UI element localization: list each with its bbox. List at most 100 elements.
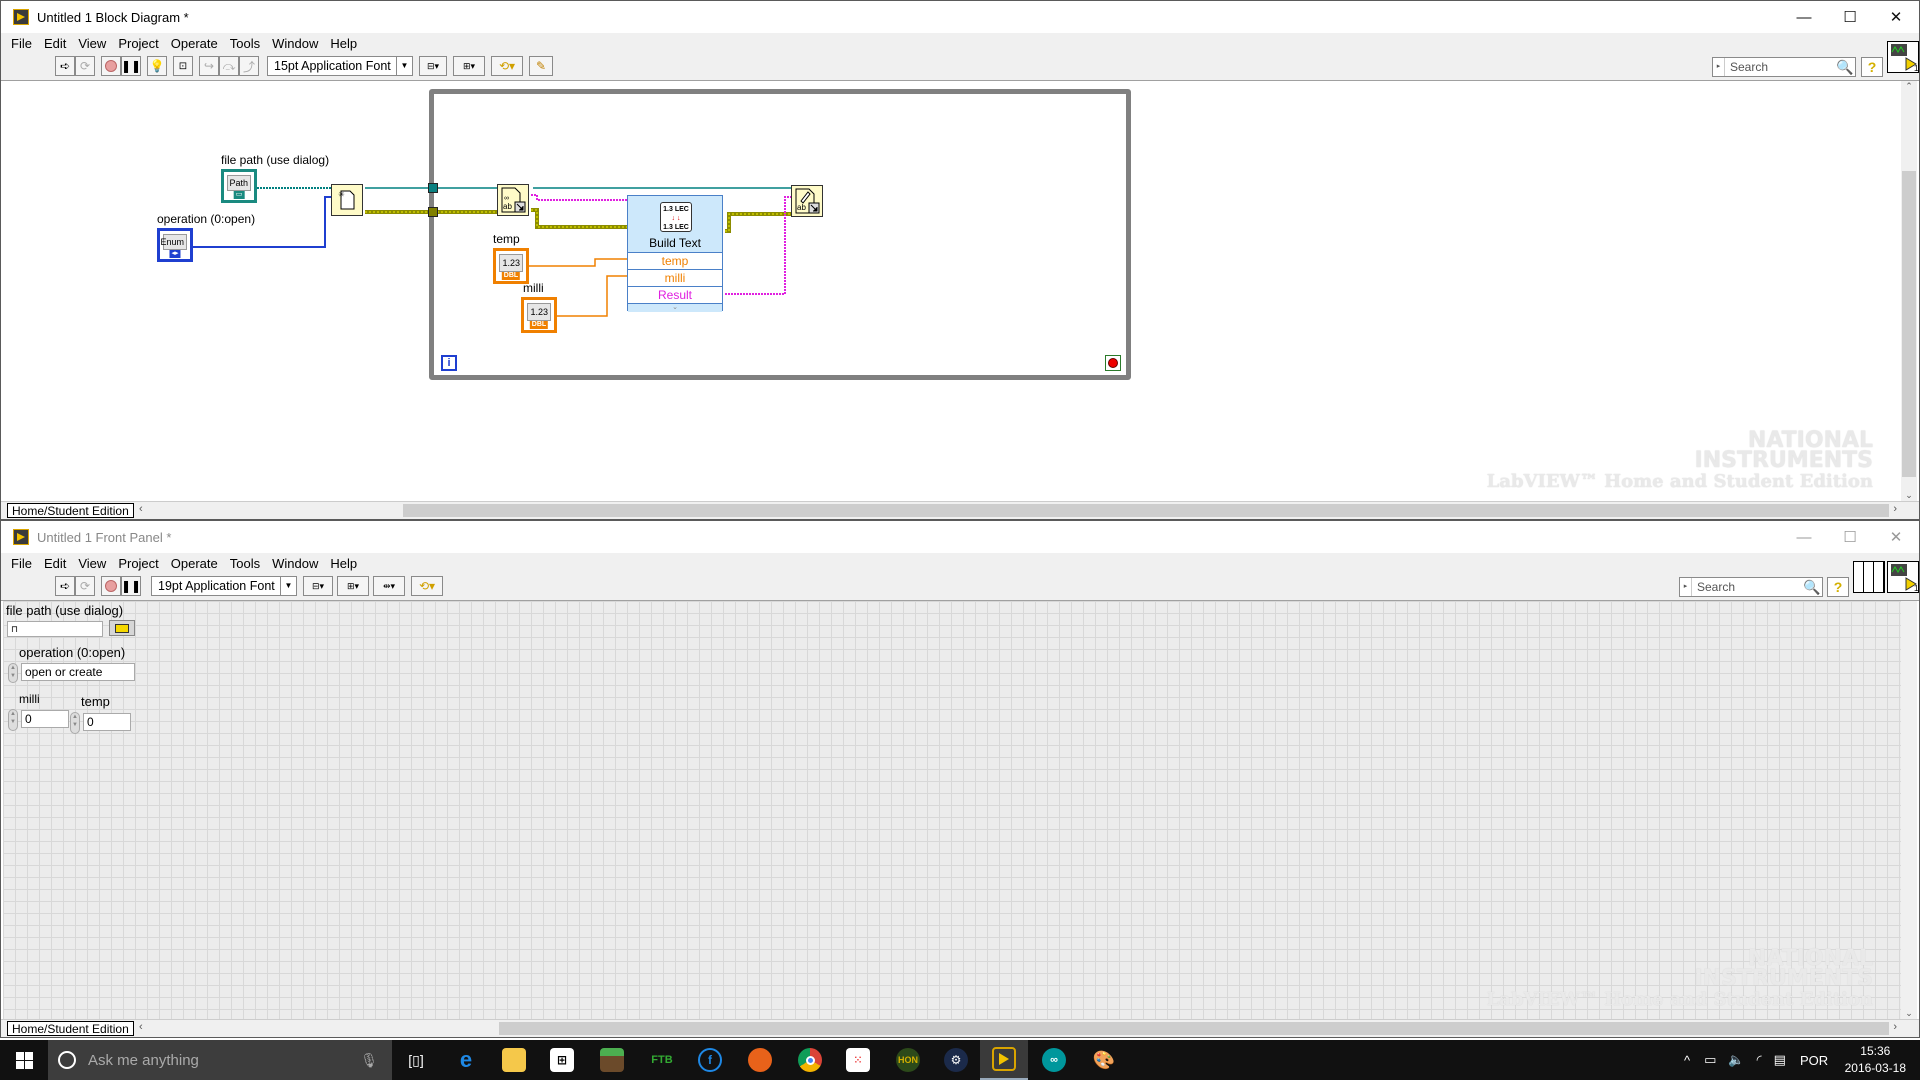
search-input[interactable]: ▸ Search 🔍 <box>1679 577 1823 597</box>
resize-objects-icon[interactable]: ⇹▾ <box>373 576 405 596</box>
close-button[interactable]: ✕ <box>1873 521 1919 553</box>
abort-icon[interactable] <box>101 56 121 76</box>
browse-folder-button[interactable] <box>109 620 135 636</box>
write-text-file-node[interactable]: ab <box>791 185 823 217</box>
pause-icon[interactable]: ❚❚ <box>121 56 141 76</box>
battery-icon[interactable]: ▭ <box>1704 1052 1716 1068</box>
scroll-left-icon[interactable]: ‹ <box>139 503 143 515</box>
scroll-up-icon[interactable]: ⌃ <box>1901 81 1917 92</box>
taskbar-edge[interactable]: e <box>442 1040 490 1080</box>
menu-operate[interactable]: Operate <box>171 36 218 51</box>
scroll-down-icon[interactable]: ⌄ <box>1901 1008 1917 1019</box>
step-out-icon[interactable]: ⤴ <box>239 56 259 76</box>
language-indicator[interactable]: POR <box>1800 1053 1828 1068</box>
microphone-icon[interactable]: 🎙 <box>360 1052 378 1069</box>
loop-condition-stop-icon[interactable] <box>1105 355 1121 371</box>
file-path-terminal[interactable]: Path ▭ <box>221 169 257 203</box>
highlight-execution-icon[interactable]: 💡 <box>147 56 167 76</box>
build-text-express-vi[interactable]: 1.3 LEC ↓ ↓ 1.3 LEC Build Text temp mill… <box>627 195 723 312</box>
taskbar-app-f[interactable]: f <box>686 1040 734 1080</box>
close-button[interactable]: ✕ <box>1873 1 1919 33</box>
taskbar-labview[interactable] <box>980 1040 1028 1080</box>
scroll-right-icon[interactable]: › <box>1893 503 1897 515</box>
horizontal-scrollbar[interactable]: Home/Student Edition ‹ › <box>1 501 1919 519</box>
front-panel-canvas[interactable]: file path (use dialog) ⊓ operation (0:op… <box>3 601 1901 1019</box>
run-arrow-icon[interactable]: ➪ <box>55 576 75 596</box>
while-loop[interactable] <box>429 89 1131 380</box>
menu-window[interactable]: Window <box>272 36 318 51</box>
taskbar-chrome[interactable] <box>786 1040 834 1080</box>
show-hidden-icons[interactable]: ^ <box>1684 1053 1690 1068</box>
menu-file[interactable]: File <box>11 36 32 51</box>
menu-tools[interactable]: Tools <box>230 556 260 571</box>
open-create-file-node[interactable]: ✳ <box>331 184 363 216</box>
build-text-input-temp[interactable]: temp <box>628 252 722 269</box>
build-text-output-result[interactable]: Result <box>628 286 722 303</box>
iteration-terminal[interactable]: i <box>441 355 457 371</box>
run-arrow-icon[interactable]: ➪ <box>55 56 75 76</box>
reorder-icon[interactable]: ⟲▾ <box>411 576 443 596</box>
start-button[interactable] <box>0 1040 48 1080</box>
help-button[interactable]: ? <box>1827 577 1849 597</box>
taskbar-firefox[interactable] <box>736 1040 784 1080</box>
clean-up-diagram-icon[interactable]: ✎ <box>529 56 553 76</box>
scroll-right-icon[interactable]: › <box>1893 1021 1897 1033</box>
taskbar-ftb[interactable]: FTB <box>638 1040 686 1080</box>
run-continuously-icon[interactable]: ⟳ <box>75 56 95 76</box>
menu-view[interactable]: View <box>78 556 106 571</box>
operation-spinner[interactable]: ▲ ▼ <box>8 663 18 683</box>
file-path-control[interactable]: ⊓ <box>7 621 103 637</box>
maximize-button[interactable]: ☐ <box>1827 521 1873 553</box>
temp-control[interactable]: 0 <box>83 713 131 731</box>
vertical-scrollbar[interactable]: ⌄ <box>1901 601 1917 1019</box>
search-scope-icon[interactable]: ▸ <box>1680 578 1692 596</box>
block-diagram-canvas[interactable]: file path (use dialog) Path ▭ operation … <box>3 81 1901 501</box>
scroll-left-icon[interactable]: ‹ <box>139 1021 143 1033</box>
taskbar-paint[interactable]: 🎨 <box>1080 1040 1128 1080</box>
vi-icon[interactable]: 1 <box>1887 41 1919 73</box>
search-icon[interactable]: 🔍 <box>1835 59 1855 76</box>
operation-terminal[interactable]: Enum ◂▸ <box>157 228 193 262</box>
taskbar-steam[interactable]: ⚙ <box>932 1040 980 1080</box>
menu-operate[interactable]: Operate <box>171 556 218 571</box>
pause-icon[interactable]: ❚❚ <box>121 576 141 596</box>
search-icon[interactable]: 🔍 <box>1802 579 1822 596</box>
vertical-scrollbar[interactable]: ⌃ ⌄ <box>1901 81 1917 501</box>
build-text-input-milli[interactable]: milli <box>628 269 722 286</box>
taskbar-file-explorer[interactable] <box>490 1040 538 1080</box>
menu-help[interactable]: Help <box>330 36 357 51</box>
connector-pane-icon[interactable] <box>1853 561 1885 593</box>
taskbar-store[interactable]: ⊞ <box>538 1040 586 1080</box>
menu-edit[interactable]: Edit <box>44 556 66 571</box>
menu-window[interactable]: Window <box>272 556 318 571</box>
search-input[interactable]: ▸ Search 🔍 <box>1712 57 1856 77</box>
action-center-icon[interactable]: ▤ <box>1774 1052 1786 1068</box>
operation-control[interactable]: open or create <box>21 663 135 681</box>
wifi-icon[interactable]: ◜ <box>1757 1052 1762 1068</box>
temp-spinner[interactable]: ▲ ▼ <box>70 712 80 734</box>
font-selector[interactable]: 19pt Application Font ▼ <box>151 576 297 596</box>
horizontal-scroll-thumb[interactable] <box>499 1022 1889 1035</box>
minimize-button[interactable]: — <box>1781 1 1827 33</box>
menu-edit[interactable]: Edit <box>44 36 66 51</box>
scroll-down-icon[interactable]: ⌄ <box>1901 490 1917 501</box>
refnum-tunnel[interactable] <box>428 183 438 193</box>
menu-project[interactable]: Project <box>118 556 158 571</box>
retain-wire-values-icon[interactable]: ⊡ <box>173 56 193 76</box>
align-objects-icon[interactable]: ⊟▾ <box>303 576 333 596</box>
task-view-button[interactable]: [▯] <box>392 1040 440 1080</box>
volume-icon[interactable]: 🔈 <box>1728 1052 1744 1068</box>
clock[interactable]: 15:36 2016-03-18 <box>1845 1043 1906 1077</box>
temp-terminal[interactable]: 1.23 DBL <box>493 248 529 284</box>
maximize-button[interactable]: ☐ <box>1827 1 1873 33</box>
expand-chevron-icon[interactable]: ⌄ <box>628 303 722 312</box>
distribute-objects-icon[interactable]: ⊞▾ <box>453 56 485 76</box>
taskbar-arduino[interactable]: ∞ <box>1030 1040 1078 1080</box>
menu-view[interactable]: View <box>78 36 106 51</box>
taskbar-hon[interactable]: HON <box>884 1040 932 1080</box>
step-over-icon[interactable]: ⤼ <box>219 56 239 76</box>
align-objects-icon[interactable]: ⊟▾ <box>419 56 447 76</box>
cortana-search[interactable]: Ask me anything 🎙 <box>48 1040 392 1080</box>
menu-help[interactable]: Help <box>330 556 357 571</box>
step-into-icon[interactable]: ↪ <box>199 56 219 76</box>
